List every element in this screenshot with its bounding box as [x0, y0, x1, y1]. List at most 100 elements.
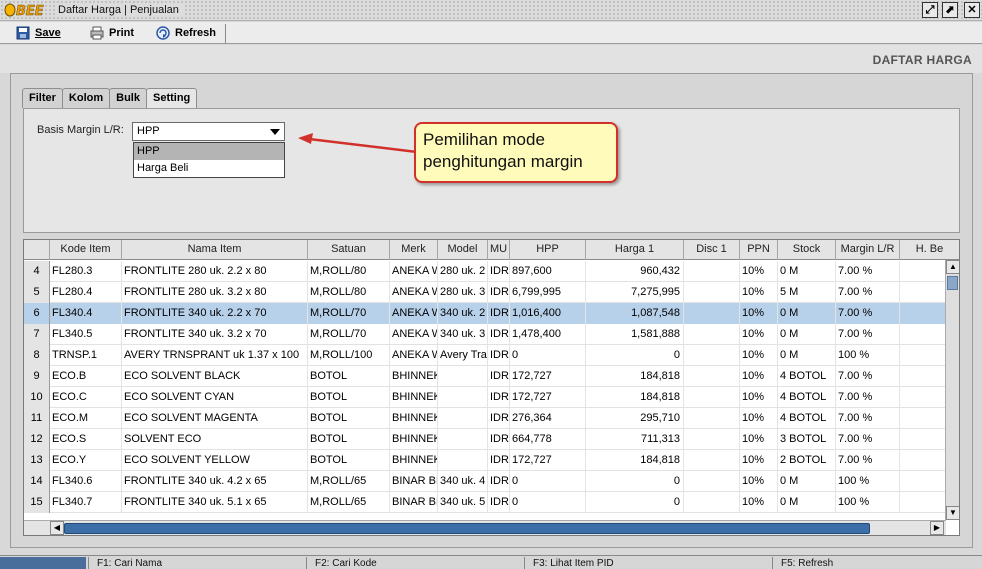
cell-model[interactable]: 280 uk. 2: [438, 261, 488, 282]
scroll-down-icon[interactable]: ▼: [946, 506, 959, 520]
cell-row-number[interactable]: 9: [24, 366, 50, 387]
restore-icon[interactable]: ⤢: [922, 2, 938, 18]
cell-ppn[interactable]: 10%: [740, 492, 778, 513]
column-header-margin-lr[interactable]: Margin L/R: [836, 240, 900, 260]
column-header-satuan[interactable]: Satuan: [308, 240, 390, 260]
tab-filter[interactable]: Filter: [22, 88, 63, 108]
cell-model[interactable]: [438, 408, 488, 429]
cell-stock[interactable]: 4 BOTOL: [778, 387, 836, 408]
column-header-nama-item[interactable]: Nama Item: [122, 240, 308, 260]
cell-mu[interactable]: IDR: [488, 471, 510, 492]
cell-row-number[interactable]: 12: [24, 429, 50, 450]
cell-harga-1[interactable]: 184,818: [586, 366, 684, 387]
cell-hpp[interactable]: 172,727: [510, 387, 586, 408]
cell-disc-1[interactable]: [684, 282, 740, 303]
cell-ppn[interactable]: 10%: [740, 324, 778, 345]
vertical-scrollbar[interactable]: ▲ ▼: [945, 260, 959, 520]
tab-kolom[interactable]: Kolom: [61, 88, 111, 108]
cell-nama-item[interactable]: ECO SOLVENT BLACK: [122, 366, 308, 387]
tab-setting[interactable]: Setting: [145, 88, 198, 109]
cell-merk[interactable]: BHINNEKA: [390, 450, 438, 471]
cell-model[interactable]: [438, 429, 488, 450]
cell-margin-lr[interactable]: 7.00 %: [836, 303, 900, 324]
vertical-scroll-thumb[interactable]: [947, 276, 958, 290]
cell-merk[interactable]: ANEKA W: [390, 303, 438, 324]
cell-merk[interactable]: BINAR BE: [390, 492, 438, 513]
cell-margin-lr[interactable]: 100 %: [836, 471, 900, 492]
cell-model[interactable]: [438, 387, 488, 408]
column-header-h-beli[interactable]: H. Be: [900, 240, 959, 260]
tab-bulk[interactable]: Bulk: [109, 88, 147, 108]
cell-kode-item[interactable]: FL340.6: [50, 471, 122, 492]
cell-row-number[interactable]: 4: [24, 261, 50, 282]
cell-margin-lr[interactable]: 7.00 %: [836, 282, 900, 303]
column-header-harga-1[interactable]: Harga 1: [586, 240, 684, 260]
cell-harga-1[interactable]: 184,818: [586, 450, 684, 471]
cell-nama-item[interactable]: SOLVENT ECO: [122, 429, 308, 450]
cell-stock[interactable]: 0 M: [778, 492, 836, 513]
column-header-stock[interactable]: Stock: [778, 240, 836, 260]
table-row[interactable]: 6 FL340.4 FRONTLITE 340 uk. 2.2 x 70 M,ROLL…: [24, 303, 959, 324]
cell-stock[interactable]: 0 M: [778, 303, 836, 324]
cell-mu[interactable]: IDR: [488, 408, 510, 429]
cell-hpp[interactable]: 172,727: [510, 366, 586, 387]
cell-satuan[interactable]: M,ROLL/80: [308, 282, 390, 303]
cell-nama-item[interactable]: FRONTLITE 340 uk. 3.2 x 70: [122, 324, 308, 345]
cell-ppn[interactable]: 10%: [740, 408, 778, 429]
cell-stock[interactable]: 0 M: [778, 345, 836, 366]
cell-row-number[interactable]: 14: [24, 471, 50, 492]
cell-harga-1[interactable]: 960,432: [586, 261, 684, 282]
column-header-disc-1[interactable]: Disc 1: [684, 240, 740, 260]
cell-stock[interactable]: 4 BOTOL: [778, 366, 836, 387]
column-header-mu[interactable]: MU: [488, 240, 510, 260]
cell-mu[interactable]: IDR: [488, 303, 510, 324]
cell-model[interactable]: [438, 450, 488, 471]
cell-nama-item[interactable]: ECO SOLVENT CYAN: [122, 387, 308, 408]
cell-model[interactable]: [438, 366, 488, 387]
table-row[interactable]: 11ECO.MECO SOLVENT MAGENTABOTOLBHINNEKA I…: [24, 408, 959, 429]
cell-row-number[interactable]: 11: [24, 408, 50, 429]
cell-merk[interactable]: BINAR BE: [390, 471, 438, 492]
cell-nama-item[interactable]: FRONTLITE 280 uk. 2.2 x 80: [122, 261, 308, 282]
cell-mu[interactable]: IDR: [488, 450, 510, 471]
cell-margin-lr[interactable]: 7.00 %: [836, 324, 900, 345]
cell-margin-lr[interactable]: 7.00 %: [836, 408, 900, 429]
cell-hpp[interactable]: 1,016,400: [510, 303, 586, 324]
cell-kode-item[interactable]: FL280.4: [50, 282, 122, 303]
cell-harga-1[interactable]: 7,275,995: [586, 282, 684, 303]
cell-nama-item[interactable]: FRONTLITE 340 uk. 4.2 x 65: [122, 471, 308, 492]
cell-row-number[interactable]: 15: [24, 492, 50, 513]
scroll-up-icon[interactable]: ▲: [946, 260, 959, 274]
cell-ppn[interactable]: 10%: [740, 429, 778, 450]
maximize-icon[interactable]: ⬈: [942, 2, 958, 18]
cell-merk[interactable]: ANEKA W: [390, 345, 438, 366]
cell-merk[interactable]: BHINNEKA: [390, 429, 438, 450]
cell-margin-lr[interactable]: 7.00 %: [836, 366, 900, 387]
cell-nama-item[interactable]: FRONTLITE 340 uk. 5.1 x 65: [122, 492, 308, 513]
cell-harga-1[interactable]: 1,087,548: [586, 303, 684, 324]
cell-ppn[interactable]: 10%: [740, 261, 778, 282]
scroll-right-icon[interactable]: ▶: [930, 521, 944, 535]
cell-merk[interactable]: BHINNEKA: [390, 408, 438, 429]
cell-hpp[interactable]: 172,727: [510, 450, 586, 471]
cell-satuan[interactable]: M,ROLL/70: [308, 324, 390, 345]
cell-stock[interactable]: 0 M: [778, 324, 836, 345]
column-header-model[interactable]: Model: [438, 240, 488, 260]
cell-ppn[interactable]: 10%: [740, 345, 778, 366]
close-icon[interactable]: ✕: [964, 2, 980, 18]
cell-disc-1[interactable]: [684, 408, 740, 429]
cell-disc-1[interactable]: [684, 492, 740, 513]
cell-hpp[interactable]: 0: [510, 345, 586, 366]
cell-model[interactable]: 280 uk. 3: [438, 282, 488, 303]
cell-ppn[interactable]: 10%: [740, 450, 778, 471]
cell-model[interactable]: 340 uk. 4: [438, 471, 488, 492]
cell-disc-1[interactable]: [684, 429, 740, 450]
cell-mu[interactable]: IDR: [488, 429, 510, 450]
cell-merk[interactable]: BHINNEKA: [390, 387, 438, 408]
cell-mu[interactable]: IDR: [488, 324, 510, 345]
cell-nama-item[interactable]: ECO SOLVENT YELLOW: [122, 450, 308, 471]
cell-disc-1[interactable]: [684, 324, 740, 345]
basis-margin-select[interactable]: HPP: [132, 122, 285, 141]
refresh-button[interactable]: Refresh: [152, 24, 220, 42]
cell-margin-lr[interactable]: 100 %: [836, 345, 900, 366]
